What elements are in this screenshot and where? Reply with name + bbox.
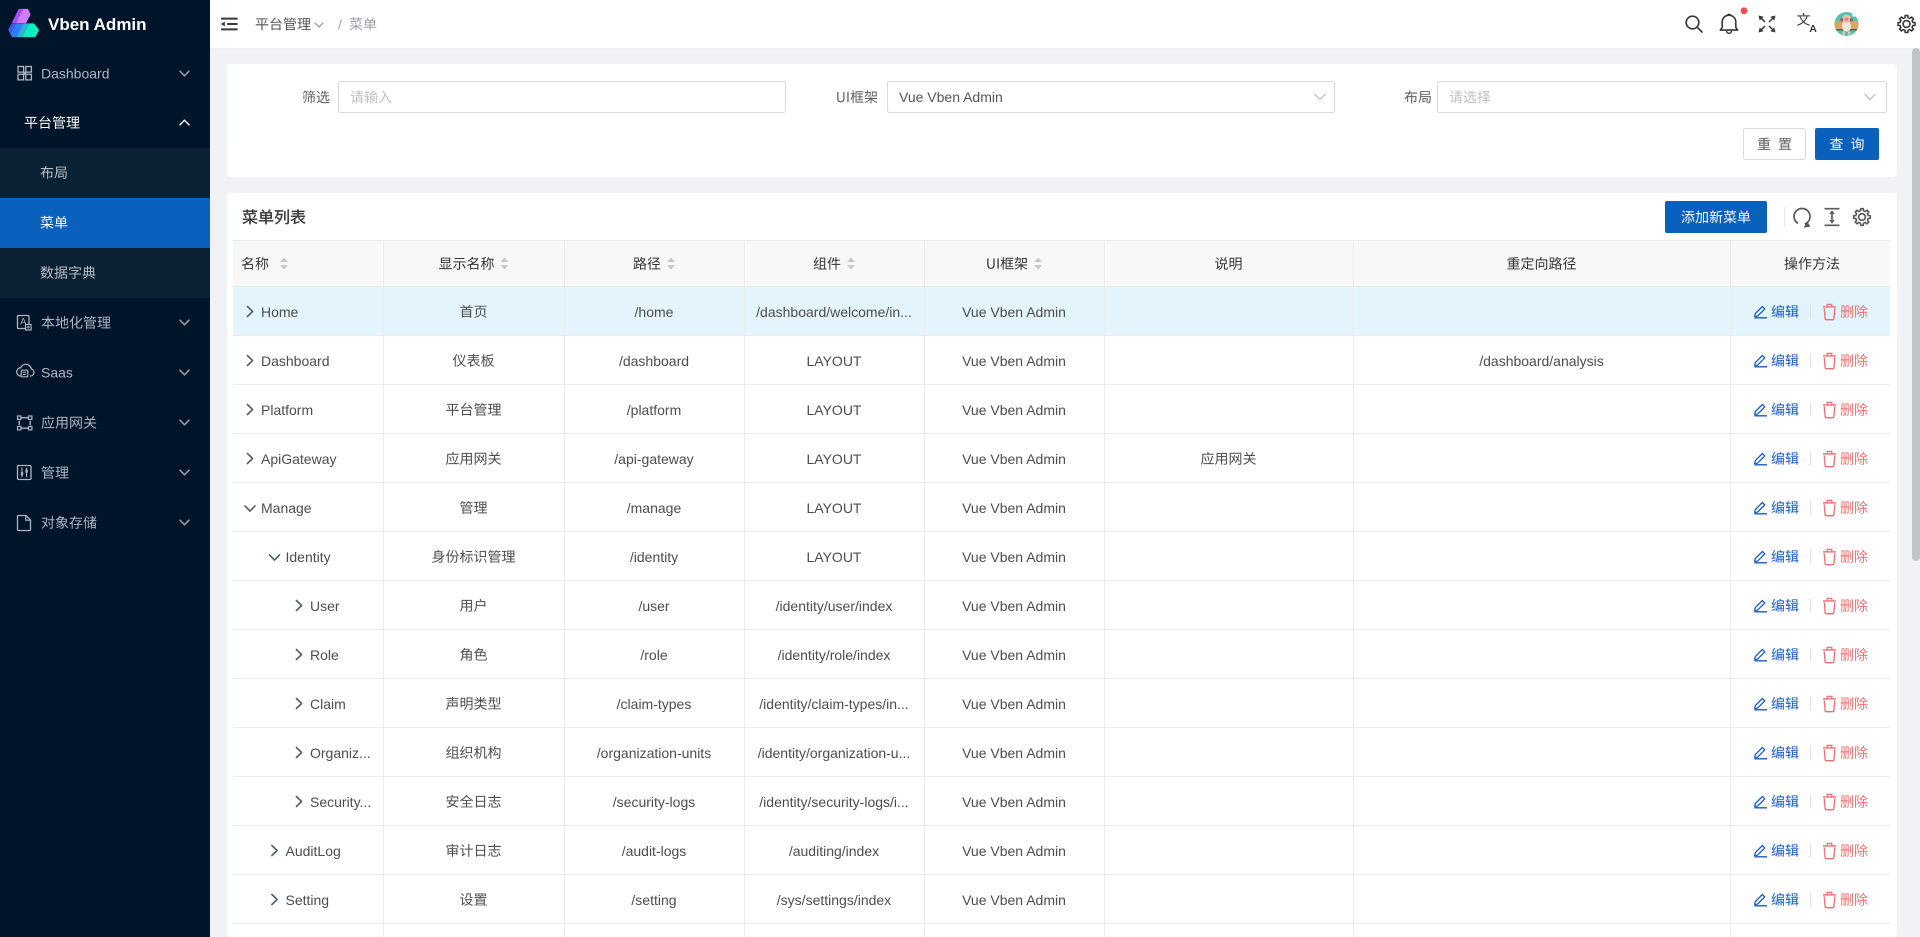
- svg-text:/identity/role/index: /identity/role/index: [778, 647, 891, 663]
- svg-text:/manage: /manage: [627, 500, 682, 516]
- svg-text:Vue Vben Admin: Vue Vben Admin: [962, 647, 1066, 663]
- svg-text:Platform: Platform: [261, 402, 313, 418]
- svg-text:Vben Admin: Vben Admin: [48, 15, 147, 34]
- svg-text:Setting: Setting: [286, 892, 330, 908]
- svg-text:Dashboard: Dashboard: [261, 353, 330, 369]
- svg-text:/identity/claim-types/in...: /identity/claim-types/in...: [759, 696, 908, 712]
- svg-text:/audit-logs: /audit-logs: [622, 843, 687, 859]
- svg-text:Vue Vben Admin: Vue Vben Admin: [962, 353, 1066, 369]
- svg-text:Vue Vben Admin: Vue Vben Admin: [962, 745, 1066, 761]
- svg-text:/: /: [338, 17, 342, 33]
- svg-text:/identity/organization-u...: /identity/organization-u...: [758, 745, 911, 761]
- svg-text:Manage: Manage: [261, 500, 312, 516]
- svg-text:Vue Vben Admin: Vue Vben Admin: [962, 402, 1066, 418]
- svg-text:Vue Vben Admin: Vue Vben Admin: [962, 451, 1066, 467]
- svg-text:LAYOUT: LAYOUT: [807, 500, 862, 516]
- svg-text:/home: /home: [635, 304, 674, 320]
- svg-text:LAYOUT: LAYOUT: [807, 549, 862, 565]
- svg-text:Vue Vben Admin: Vue Vben Admin: [899, 89, 1003, 105]
- svg-text:/dashboard: /dashboard: [619, 353, 689, 369]
- svg-text:Organiz...: Organiz...: [310, 745, 371, 761]
- svg-text:Dashboard: Dashboard: [41, 66, 110, 82]
- svg-text:AuditLog: AuditLog: [286, 843, 341, 859]
- svg-text:/dashboard/welcome/in...: /dashboard/welcome/in...: [756, 304, 912, 320]
- svg-text:/sys/settings/index: /sys/settings/index: [777, 892, 891, 908]
- svg-text:Role: Role: [310, 647, 339, 663]
- svg-text:/identity/security-logs/i...: /identity/security-logs/i...: [759, 794, 908, 810]
- svg-text:ApiGateway: ApiGateway: [261, 451, 336, 467]
- svg-text:Home: Home: [261, 304, 299, 320]
- svg-text:Claim: Claim: [310, 696, 346, 712]
- svg-text:A: A: [1809, 23, 1817, 35]
- svg-text:Vue Vben Admin: Vue Vben Admin: [962, 598, 1066, 614]
- svg-text:LAYOUT: LAYOUT: [807, 353, 862, 369]
- svg-text:Vue Vben Admin: Vue Vben Admin: [962, 892, 1066, 908]
- svg-text:Vue Vben Admin: Vue Vben Admin: [962, 500, 1066, 516]
- svg-text:Vue Vben Admin: Vue Vben Admin: [962, 794, 1066, 810]
- svg-text:/role: /role: [640, 647, 667, 663]
- svg-text:/auditing/index: /auditing/index: [789, 843, 879, 859]
- svg-text:/user: /user: [638, 598, 669, 614]
- svg-text:Vue Vben Admin: Vue Vben Admin: [962, 549, 1066, 565]
- svg-text:User: User: [310, 598, 340, 614]
- svg-text:/api-gateway: /api-gateway: [614, 451, 693, 467]
- svg-text:LAYOUT: LAYOUT: [807, 402, 862, 418]
- svg-text:/setting: /setting: [631, 892, 676, 908]
- svg-text:Vue Vben Admin: Vue Vben Admin: [962, 843, 1066, 859]
- svg-text:/identity: /identity: [630, 549, 678, 565]
- svg-text:Vue Vben Admin: Vue Vben Admin: [962, 304, 1066, 320]
- svg-text:/security-logs: /security-logs: [613, 794, 695, 810]
- svg-text:Vue Vben Admin: Vue Vben Admin: [962, 696, 1066, 712]
- svg-text:Security...: Security...: [310, 794, 371, 810]
- svg-text:/claim-types: /claim-types: [617, 696, 692, 712]
- svg-text:/organization-units: /organization-units: [597, 745, 711, 761]
- svg-text:/identity/user/index: /identity/user/index: [776, 598, 893, 614]
- svg-text:/platform: /platform: [627, 402, 681, 418]
- svg-text:Identity: Identity: [286, 549, 331, 565]
- svg-text:Saas: Saas: [41, 365, 73, 381]
- svg-text:LAYOUT: LAYOUT: [807, 451, 862, 467]
- svg-text:/dashboard/analysis: /dashboard/analysis: [1479, 353, 1604, 369]
